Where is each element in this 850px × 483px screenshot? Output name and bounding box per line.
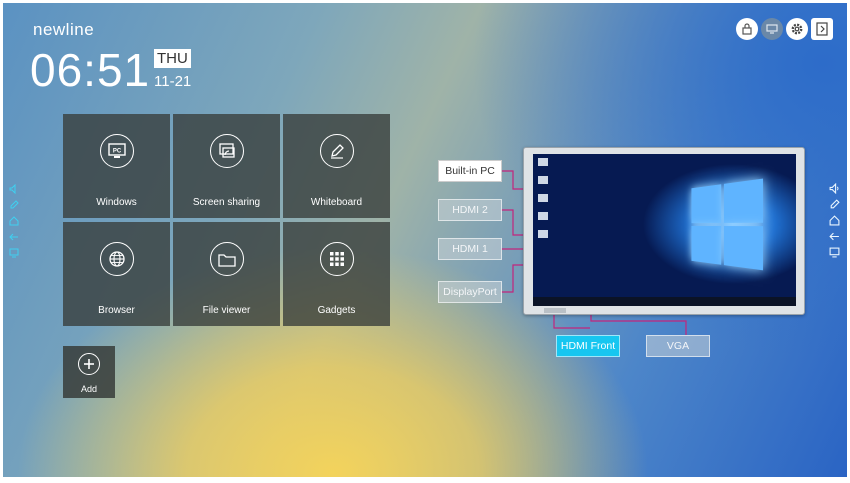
source-displayport[interactable]: DisplayPort <box>438 281 502 303</box>
source-hdmi-front[interactable]: HDMI Front <box>556 335 620 357</box>
desktop-shortcut-icon <box>538 230 548 238</box>
source-preview-monitor[interactable] <box>523 147 805 315</box>
source-vga[interactable]: VGA <box>646 335 710 357</box>
source-hdmi-2[interactable]: HDMI 2 <box>438 199 502 221</box>
desktop-shortcut-icon <box>538 176 548 184</box>
home-screen: newline 06:51 THU 11-21 PC Windows Scree… <box>3 3 847 477</box>
taskbar <box>533 297 796 306</box>
monitor-port-bar <box>544 308 566 313</box>
desktop-shortcut-icon <box>538 212 548 220</box>
source-builtin-pc[interactable]: Built-in PC <box>438 160 502 182</box>
source-hdmi-1[interactable]: HDMI 1 <box>438 238 502 260</box>
desktop-shortcut-icon <box>538 194 548 202</box>
windows-logo <box>691 178 764 272</box>
desktop-preview <box>533 154 796 306</box>
desktop-shortcut-icon <box>538 158 548 166</box>
